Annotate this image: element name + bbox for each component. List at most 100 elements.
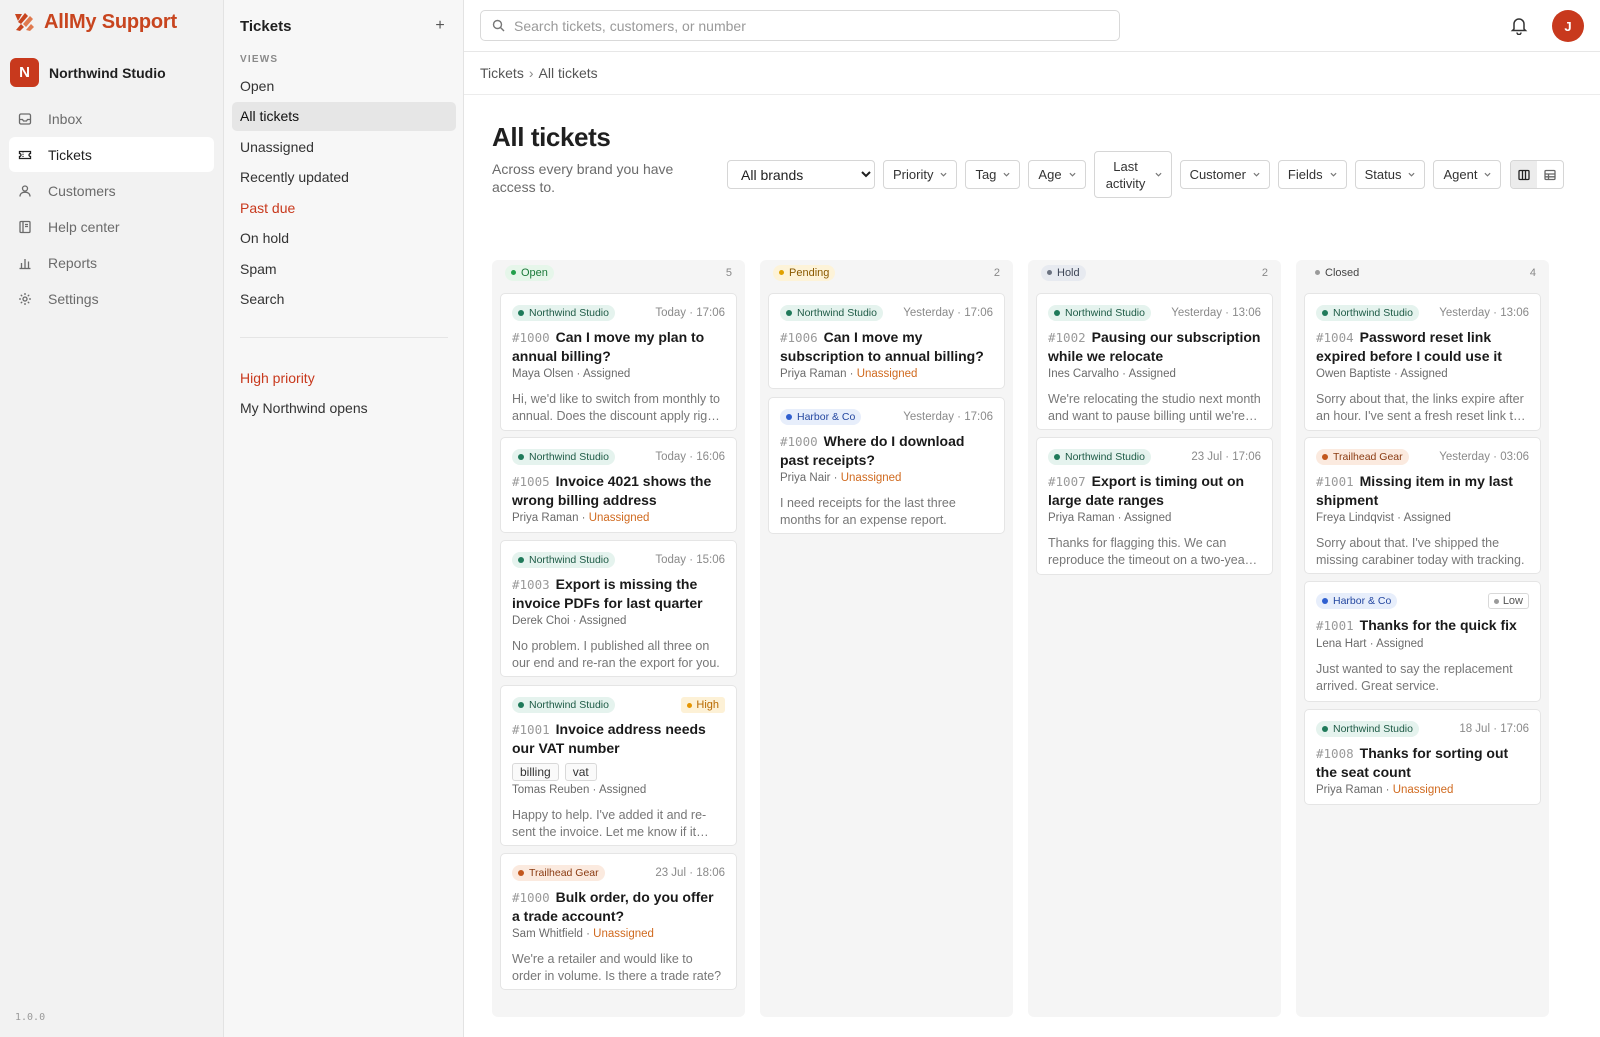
filter-age-button[interactable]: Age [1028,160,1086,189]
filter-label: Fields [1287,167,1323,182]
nav-item-customers[interactable]: Customers [9,173,214,208]
brand-badge: Northwind Studio [1316,305,1419,321]
view-item-high-priority[interactable]: High priority [232,363,456,392]
card-header: Northwind Studio High [512,697,725,713]
ticket-card[interactable]: Northwind Studio Today · 15:06 #1003 Export… [500,540,737,677]
brand-badge: Northwind Studio [512,305,615,321]
ticket-card[interactable]: Northwind Studio Yesterday · 17:06 #1006 Ca… [768,293,1005,389]
ticket-timestamp: Today · 16:06 [655,451,725,463]
requester-name: Priya Raman [1316,784,1383,796]
priority-label: Low [1502,595,1523,607]
priority-badge: Low [1487,593,1529,609]
brand-name: AllMy Support [44,10,177,33]
ticket-icon [18,148,32,162]
filter-label: Customer [1189,167,1246,182]
org-switcher[interactable]: N Northwind Studio [10,58,166,87]
filter-label: Status [1364,167,1402,182]
brand-logo[interactable]: AllMy Support [12,10,177,34]
filter-status-button[interactable]: Status [1354,160,1426,189]
brand-label: Northwind Studio [1065,451,1145,463]
view-item-on-hold[interactable]: On hold [232,224,456,253]
ticket-card[interactable]: Northwind Studio Yesterday · 13:06 #1004 Pa… [1304,293,1541,431]
nav-item-settings[interactable]: Settings [9,281,214,316]
ticket-card[interactable]: Trailhead Gear 23 Jul · 18:06 #1000 Bulk or… [500,853,737,990]
user-avatar[interactable]: J [1552,10,1584,42]
ticket-card[interactable]: Northwind Studio 23 Jul · 17:06 #1007 Expor… [1036,437,1273,575]
requester-name: Ines Carvalho [1048,368,1119,380]
view-item-spam[interactable]: Spam [232,254,456,283]
ticket-timestamp: 18 Jul · 17:06 [1459,723,1529,735]
chevron-down-icon [1484,171,1491,178]
ticket-meta: Owen Baptiste · Assigned [1316,368,1529,383]
assignee-status: Assigned [582,368,631,380]
nav-item-inbox[interactable]: Inbox [9,101,214,136]
filter-label: Priority [893,167,934,182]
search-input[interactable] [514,17,1104,34]
search-box[interactable] [480,10,1120,41]
tag-vat[interactable]: vat [564,763,597,781]
card-header: Northwind Studio 23 Jul · 17:06 [1048,449,1261,465]
ticket-meta: Tomas Reuben · Assigned [512,784,725,799]
ticket-card[interactable]: Northwind Studio Today · 17:06 #1000 Can I … [500,293,737,431]
brand-label: Northwind Studio [529,699,609,711]
add-view-button[interactable]: + [432,17,448,35]
brand-dot [518,702,524,708]
brand-badge: Northwind Studio [512,449,615,465]
ticket-card[interactable]: Northwind Studio 18 Jul · 17:06 #1008 Thank… [1304,709,1541,805]
nav-item-tickets[interactable]: Tickets [9,137,214,172]
board-view-button[interactable] [1511,161,1538,188]
filter-agent-button[interactable]: Agent [1433,160,1502,189]
filter-label: Tag [975,167,997,182]
ticket-meta: Priya Raman · Unassigned [1316,784,1529,799]
view-item-recently-updated[interactable]: Recently updated [232,163,456,192]
breadcrumb-current: All tickets [538,65,598,81]
brand-dot [1054,454,1060,460]
view-item-unassigned[interactable]: Unassigned [232,132,456,161]
brand-dot [1054,310,1060,316]
ticket-number: #1001 [1316,474,1354,489]
card-header: Northwind Studio Yesterday · 13:06 [1316,305,1529,321]
assignee-status: Unassigned [1392,784,1454,796]
nav-item-reports[interactable]: Reports [9,245,214,280]
ticket-timestamp: 23 Jul · 17:06 [1191,451,1261,463]
brand-label: Northwind Studio [1065,307,1145,319]
filter-priority-button[interactable]: Priority [883,160,958,189]
view-item-open[interactable]: Open [232,71,456,100]
filter-customer-button[interactable]: Customer [1179,160,1270,189]
ticket-meta: Priya Raman · Assigned [1048,512,1261,527]
card-header: Trailhead Gear 23 Jul · 18:06 [512,865,725,881]
chevron-down-icon [940,171,947,178]
brand-dot [518,454,524,460]
view-item-search[interactable]: Search [232,285,456,314]
ticket-card[interactable]: Northwind Studio Today · 16:06 #1005 Invoic… [500,437,737,533]
requester-name: Sam Whitfield [512,928,583,940]
notifications-button[interactable] [1509,15,1529,35]
table-view-button[interactable] [1537,161,1563,188]
brand-dot [1322,310,1328,316]
views-title: Tickets [240,17,292,35]
breadcrumb-root[interactable]: Tickets [480,65,524,81]
ticket-meta: Priya Raman · Unassigned [780,368,993,383]
column-count: 2 [993,266,1000,279]
ticket-meta: Priya Raman · Unassigned [512,512,725,527]
ticket-card[interactable]: Trailhead Gear Yesterday · 03:06 #1001 Miss… [1304,437,1541,574]
ticket-preview: No problem. I published all three on our… [512,639,720,670]
meta-separator: · [582,928,594,940]
view-item-past-due[interactable]: Past due [232,193,456,222]
filter-last-activity-button[interactable]: Last activity [1093,151,1172,198]
nav-item-help-center[interactable]: Help center [9,209,214,244]
brand-label: Northwind Studio [529,554,609,566]
filter-tag-button[interactable]: Tag [965,160,1021,189]
ticket-card[interactable]: Northwind Studio Yesterday · 13:06 #1002 Pa… [1036,293,1273,430]
view-item-all-tickets[interactable]: All tickets [232,101,456,131]
filter-fields-button[interactable]: Fields [1277,160,1347,189]
ticket-card[interactable]: Northwind Studio High #1001 Invoice address… [500,685,737,846]
ticket-card[interactable]: Harbor & Co Low #1001 Thanks for the quick … [1304,581,1541,702]
board-column-closed: Closed 4 Northwind Studio Yesterday · 13:06… [1296,260,1549,1017]
ticket-card[interactable]: Harbor & Co Yesterday · 17:06 #1000 Where d… [768,397,1005,534]
meta-separator: · [1382,784,1393,796]
brand-select[interactable]: All brands [727,160,875,189]
ticket-meta: Sam Whitfield · Unassigned [512,928,725,943]
tag-billing[interactable]: billing [512,763,559,781]
view-item-my-northwind-opens[interactable]: My Northwind opens [232,394,456,423]
